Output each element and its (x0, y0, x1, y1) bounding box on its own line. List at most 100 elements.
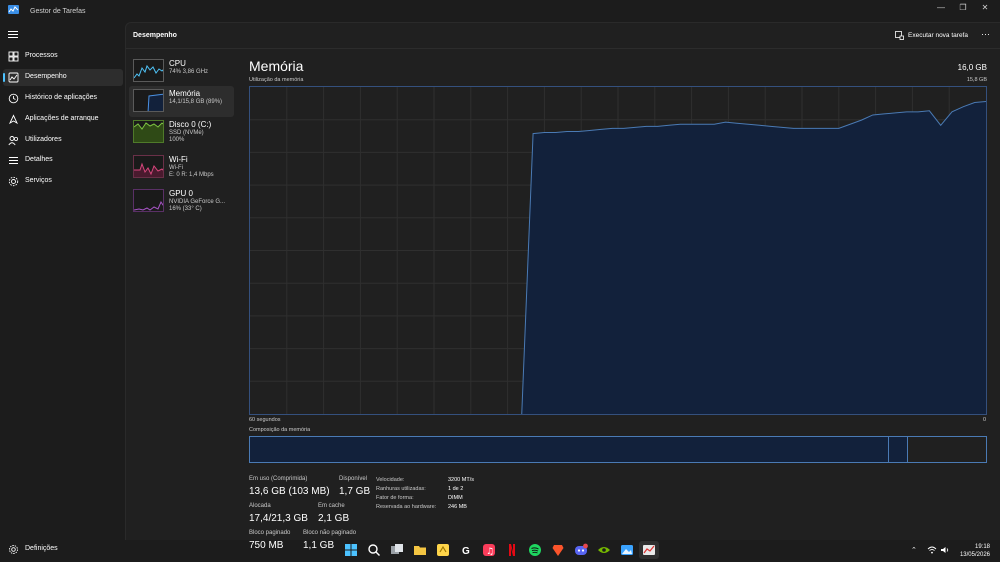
stat-value: 1,7 GB (339, 486, 371, 497)
window-title: Gestor de Tarefas (30, 8, 86, 15)
details-icon (9, 157, 18, 164)
spec-key: Fator de forma: (376, 495, 414, 501)
startup-icon (8, 114, 19, 125)
performance-icon (8, 72, 19, 83)
stat-label: Em cache (318, 503, 345, 509)
resource-detail: 14,1/15,8 GB (89%) (169, 99, 223, 105)
resource-name: Memória (169, 89, 201, 98)
nav-item-arranque[interactable]: Aplicações de arranque (3, 111, 123, 128)
resource-detail: NVIDIA GeForce G... (169, 199, 226, 205)
task-manager-icon (8, 5, 19, 14)
memory-usage-graph (249, 86, 987, 415)
task-view-icon[interactable] (390, 543, 404, 557)
nav-item-historico[interactable]: Histórico de aplicações (3, 90, 123, 107)
resource-detail: 16% (33° C) (169, 206, 202, 212)
sticky-notes-icon[interactable] (436, 543, 450, 557)
close-button[interactable]: ✕ (978, 3, 992, 13)
chevron-up-icon[interactable]: ⌃ (911, 546, 917, 554)
resource-detail: 100% (169, 137, 185, 143)
memory-usage-chart (250, 87, 987, 415)
stat-label: Alocada (249, 503, 271, 509)
maximize-button[interactable]: ❐ (956, 3, 970, 13)
nav-label: Serviços (25, 177, 52, 184)
composition-modified (889, 437, 908, 462)
resource-detail: 74% 3,86 GHz (169, 69, 209, 75)
nav-item-utilizadores[interactable]: Utilizadores (3, 132, 123, 149)
nav-label: Aplicações de arranque (25, 115, 99, 122)
resource-name: Wi-Fi (169, 155, 188, 164)
composition-standby (908, 437, 986, 462)
brave-browser-icon[interactable] (551, 543, 565, 557)
title-bar: Gestor de Tarefas — ❐ ✕ (0, 0, 1000, 22)
windows-start-icon[interactable] (344, 543, 358, 557)
header-divider (126, 48, 1000, 49)
spec-value: 246 MB (448, 504, 467, 510)
nav-label: Detalhes (25, 156, 53, 163)
memory-thumbnail (133, 89, 164, 112)
nav-label: Histórico de aplicações (25, 94, 97, 101)
processes-icon (8, 51, 19, 62)
nav-item-detalhes[interactable]: Detalhes (3, 152, 123, 169)
usage-label: Utilização da memória (249, 77, 304, 83)
nav-label: Processos (25, 52, 58, 59)
svg-text:G: G (462, 546, 470, 557)
wifi-thumbnail (133, 155, 164, 178)
spec-value: 3200 MT/s (448, 477, 474, 483)
stat-value: 2,1 GB (318, 513, 350, 524)
resource-name: CPU (169, 59, 186, 68)
resource-name: GPU 0 (169, 189, 194, 198)
memory-usage-area (521, 101, 986, 415)
discord-icon[interactable] (574, 543, 588, 557)
system-clock[interactable]: 19:18 13/05/2026 (960, 543, 990, 559)
stat-value: 13,6 GB (103 MB) (249, 486, 330, 497)
volume-icon[interactable] (940, 546, 950, 554)
cpu-thumbnail (133, 59, 164, 82)
total-memory: 16,0 GB (957, 63, 987, 72)
taskbar (0, 540, 1000, 562)
spec-value: 1 de 2 (448, 486, 464, 492)
stat-label: Disponível (339, 476, 368, 482)
time-axis-end: 0 (983, 417, 987, 423)
resource-wifi[interactable]: Wi-Fi Wi-Fi E: 0 R: 1,4 Mbps (129, 152, 234, 183)
task-manager-taskbar-icon[interactable] (642, 543, 656, 557)
history-icon (8, 93, 19, 104)
run-new-task-label: Executar nova tarefa (908, 32, 968, 39)
page-title: Desempenho (133, 32, 177, 39)
nav-item-servicos[interactable]: Serviços (3, 173, 123, 190)
apple-music-icon[interactable]: ♫ (482, 543, 496, 557)
resource-cpu[interactable]: CPU 74% 3,86 GHz (129, 56, 234, 87)
time-axis-start: 60 segundos (249, 417, 281, 423)
spec-key: Ranhuras utilizadas: (376, 486, 426, 492)
nvidia-icon[interactable] (597, 543, 611, 557)
resource-gpu[interactable]: GPU 0 NVIDIA GeForce G... 16% (33° C) (129, 186, 234, 217)
wifi-icon[interactable] (927, 546, 937, 554)
resource-detail: Wi-Fi (169, 165, 183, 171)
disk-thumbnail (133, 120, 164, 143)
gpu-thumbnail (133, 189, 164, 212)
spotify-icon[interactable] (528, 543, 542, 557)
netflix-icon[interactable] (505, 543, 519, 557)
app-g-icon[interactable]: G (459, 543, 473, 557)
resource-detail: E: 0 R: 1,4 Mbps (169, 172, 214, 178)
svg-text:♫: ♫ (486, 547, 494, 557)
resource-disk[interactable]: Disco 0 (C:) SSD (NVMe) 100% (129, 117, 234, 148)
users-icon (8, 136, 19, 146)
resource-title: Memória (249, 58, 304, 74)
file-explorer-icon[interactable] (413, 543, 427, 557)
active-indicator (3, 73, 5, 82)
resource-memory[interactable]: Memória 14,1/15,8 GB (89%) (129, 86, 234, 117)
nav-label: Desempenho (25, 73, 67, 80)
hamburger-menu-icon[interactable] (8, 30, 18, 39)
more-options-button[interactable]: ··· (981, 30, 993, 40)
new-task-icon (895, 31, 904, 40)
nav-item-desempenho[interactable]: Desempenho (3, 69, 123, 86)
search-icon[interactable] (367, 543, 381, 557)
resource-detail: SSD (NVMe) (169, 130, 204, 136)
composition-label: Composição da memória (249, 427, 311, 433)
nav-item-processos[interactable]: Processos (3, 48, 123, 65)
minimize-button[interactable]: — (934, 3, 948, 13)
stat-label: Em uso (Comprimida) (249, 476, 308, 482)
photos-icon[interactable] (620, 543, 634, 557)
clock-date: 13/05/2026 (959, 552, 990, 558)
stat-label: Bloco paginado (249, 530, 291, 536)
